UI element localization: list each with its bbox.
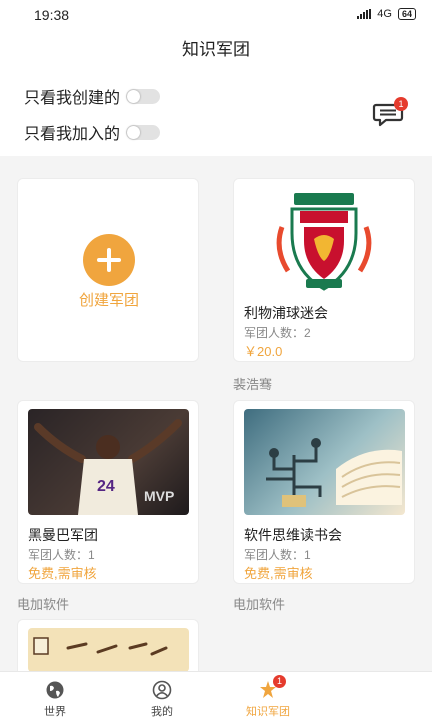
group-card-black-mamba[interactable]: 24 MVP 黑曼巴军团 军团人数：1 免费,需审核 [17, 400, 199, 584]
header: 知识军团 [0, 30, 432, 70]
group-member-count: 军团人数：2 [244, 326, 311, 340]
filter-joined-label: 只看我加入的 [24, 126, 121, 143]
filter-joined[interactable]: 只看我加入的 [24, 120, 161, 144]
globe-icon [46, 681, 64, 699]
create-group-card[interactable]: 创建军团 [17, 178, 199, 362]
plus-icon [83, 234, 135, 286]
filter-created[interactable]: 只看我创建的 [24, 84, 161, 108]
kobe-photo-image: 24 MVP [28, 409, 189, 515]
battery-icon: 64 [397, 8, 416, 20]
group-price: ￥20.0 [244, 344, 283, 359]
filter-created-toggle[interactable] [126, 88, 161, 104]
group-owner: 电加软件 [17, 597, 70, 612]
create-group-label: 创建军团 [78, 292, 139, 309]
group-title: 黑曼巴军团 [28, 527, 98, 543]
filter-created-label: 只看我创建的 [24, 90, 121, 107]
nav-mine[interactable]: 我的 [127, 672, 197, 720]
nav-mine-label: 我的 [151, 706, 173, 718]
status-bar: 19:38 4G 64 [0, 0, 432, 30]
person-icon [152, 680, 172, 700]
signal-icon [357, 9, 372, 19]
group-member-count: 军团人数：1 [28, 548, 95, 562]
group-card-partial[interactable] [17, 619, 199, 679]
liverpool-crest-image [244, 187, 405, 293]
group-owner: 电加软件 [233, 597, 286, 612]
svg-text:24: 24 [97, 478, 115, 495]
filter-panel: 只看我创建的 只看我加入的 [0, 70, 432, 156]
nav-knowledge-army[interactable]: 1 知识军团 [233, 672, 303, 720]
group-image-partial [28, 628, 189, 672]
group-title: 软件思维读书会 [244, 527, 342, 543]
status-time: 19:38 [34, 7, 70, 23]
group-card-software-reading[interactable]: 软件思维读书会 军团人数：1 免费,需审核 [233, 400, 415, 584]
group-owner: 裴浩骞 [233, 377, 273, 392]
group-member-count: 军团人数：1 [244, 548, 311, 562]
group-title: 利物浦球迷会 [244, 305, 328, 321]
bottom-nav: 世界 我的 1 知识军团 [0, 671, 432, 720]
network-type: 4G [377, 8, 392, 20]
nav-world[interactable]: 世界 [20, 672, 90, 720]
filter-joined-toggle[interactable] [126, 124, 161, 140]
nav-badge: 1 [273, 675, 286, 688]
books-illustration-image [244, 409, 405, 515]
group-price: 免费,需审核 [244, 566, 313, 581]
messages-button[interactable]: 1 [372, 97, 408, 130]
status-icons: 4G 64 [357, 8, 416, 20]
nav-knowledge-army-label: 知识军团 [246, 706, 290, 718]
group-price: 免费,需审核 [28, 566, 97, 581]
message-badge: 1 [394, 97, 408, 111]
svg-text:MVP: MVP [144, 488, 174, 504]
nav-world-label: 世界 [44, 706, 66, 718]
group-card-liverpool[interactable]: 利物浦球迷会 军团人数：2 ￥20.0 [233, 178, 415, 362]
page-title: 知识军团 [182, 40, 250, 59]
